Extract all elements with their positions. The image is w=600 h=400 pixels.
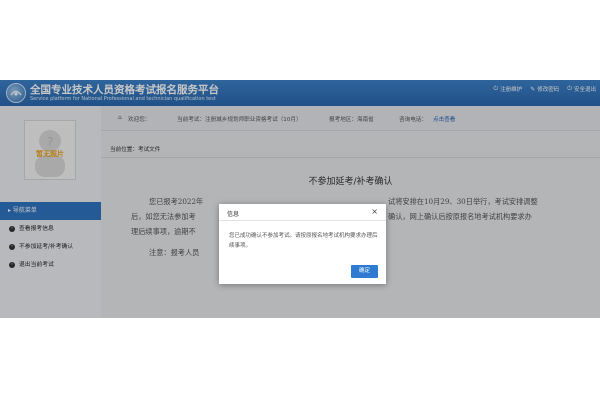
close-icon[interactable]: ×: [371, 207, 378, 216]
info-dialog: 信息 × 您已成功确认不参加考试。请按原报名地考试机构要求办理后续事项。 确定: [219, 204, 386, 284]
confirm-button[interactable]: 确定: [351, 265, 378, 278]
dialog-message: 您已成功确认不参加考试。请按原报名地考试机构要求办理后续事项。: [229, 233, 378, 249]
dialog-divider: [219, 220, 386, 221]
dialog-title: 信息: [227, 211, 240, 218]
